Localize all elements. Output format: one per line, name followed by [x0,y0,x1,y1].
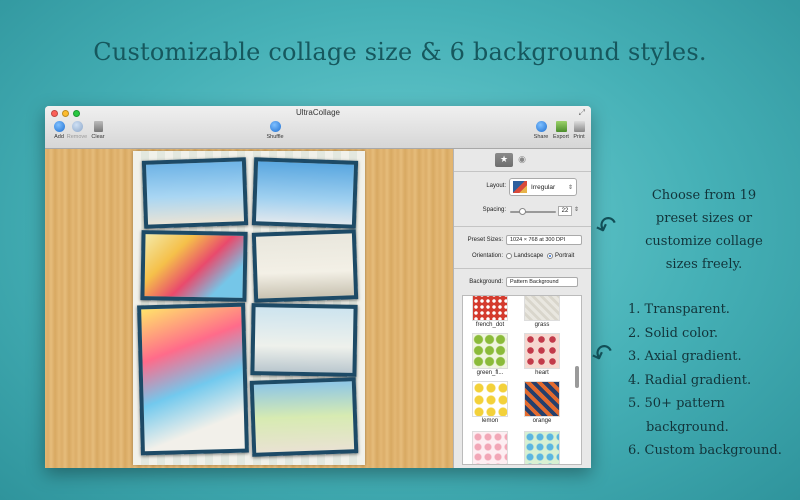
background-label: Background: [469,279,503,285]
pattern-orange[interactable] [525,382,559,416]
collage-canvas[interactable] [45,149,453,468]
pattern-heart[interactable] [525,334,559,368]
pattern-flower[interactable] [473,432,507,464]
caption-line: preset sizes or [655,211,753,226]
background-select[interactable]: Pattern Background [506,277,578,287]
list-item: 4. Radial gradient. [628,372,752,388]
radio-selected-icon [547,253,553,259]
portrait-radio[interactable]: Portrait [547,253,574,259]
updown-icon: ⇕ [567,184,573,191]
layout-label: Layout: [486,183,506,189]
pattern-blue-flower[interactable] [525,432,559,464]
share-icon [535,121,547,132]
list-item: 6. Custom background. [628,443,782,458]
print-label: Print [573,134,585,140]
print-icon [573,121,585,132]
clear-label: Clear [91,134,105,140]
landscape-radio[interactable]: Landscape [506,253,543,259]
pattern-label: orange [532,418,552,424]
layout-thumbnail-icon [513,181,527,193]
caption-line: sizes freely. [665,257,743,272]
export-icon [555,121,567,132]
shuffle-button[interactable]: Shuffle [263,121,287,140]
layout-value: Irregular [531,183,556,191]
curved-arrow-icon: ↶ [591,209,623,245]
pattern-label: french_dot [475,322,505,328]
remove-icon [71,121,83,132]
pattern-label: lemon [481,418,499,424]
list-item: background. [646,419,729,435]
preset-sizes-label: Preset Sizes: [467,237,503,243]
title-bar: UltraCollage ⤢ Add Remove Clear Shuffle … [45,106,591,149]
collage-photo[interactable] [141,157,249,229]
divider [454,226,591,227]
collage-photo[interactable] [250,303,358,377]
remove-label: Remove [66,134,88,140]
pattern-label: grass [534,322,550,328]
portrait-label: Portrait [555,253,575,259]
clear-button[interactable]: Clear [86,121,110,140]
pattern-label: green_fl... [476,370,504,376]
pattern-lemon[interactable] [473,382,507,416]
divider [454,268,591,269]
pattern-grass[interactable] [525,296,559,320]
collage-sheet[interactable] [133,151,365,465]
pattern-list[interactable]: french_dot grass green_fl... heart lemon… [462,295,582,465]
list-item: 3. Axial gradient. [628,349,742,364]
list-item: 1. Transparent. [628,302,730,317]
add-icon [53,121,65,132]
orientation-label: Orientation: [471,253,503,259]
landscape-label: Landscape [514,253,544,259]
collage-photo[interactable] [137,302,249,456]
pattern-label: heart [535,370,549,376]
preset-sizes-caption: Choose from 19 preset sizes or customize… [624,184,784,276]
pattern-green-fl[interactable] [473,334,507,368]
collage-photo[interactable] [140,230,248,302]
pattern-scrollbar[interactable] [575,366,579,388]
collage-photo[interactable] [251,229,359,303]
spacing-label: Spacing: [482,207,506,213]
curved-arrow-icon: ↶ [587,337,619,373]
preset-sizes-select[interactable]: 1024 × 768 at 300 DPI [506,235,582,245]
spacing-slider[interactable] [510,208,556,215]
headline: Customizable collage size & 6 background… [93,38,707,66]
panel-tabs: ★ ◉ [495,153,531,167]
divider [454,171,591,172]
add-label: Add [54,134,64,140]
caption-line: Choose from 19 [651,188,757,203]
trash-icon [93,121,103,132]
star-icon[interactable]: ★ [495,153,513,167]
spacing-input[interactable]: 22 [558,206,572,216]
slider-knob[interactable] [519,208,527,215]
share-label: Share [533,134,549,140]
list-item: 5. 50+ pattern [628,396,725,411]
app-window: UltraCollage ⤢ Add Remove Clear Shuffle … [45,106,591,468]
caption-line: customize collage [645,234,763,249]
inspector-panel: ★ ◉ Layout: Irregular ⇕ Spacing: 22 ⇕ Pr… [453,149,591,468]
collage-photo[interactable] [251,157,359,229]
window-title: UltraCollage [295,108,341,117]
collage-photo[interactable] [249,377,359,457]
print-button[interactable]: Print [567,121,591,140]
layout-select[interactable]: Irregular ⇕ [509,178,577,196]
shuffle-icon [269,121,281,132]
background-styles-list: 1. Transparent. 2. Solid color. 3. Axial… [628,298,798,463]
pattern-french-dot[interactable] [473,296,507,320]
list-item: 2. Solid color. [628,325,719,341]
radio-circle-icon [506,253,512,259]
eye-icon[interactable]: ◉ [513,153,531,167]
shuffle-label: Shuffle [266,134,284,140]
spacing-stepper[interactable]: ⇕ [574,206,579,213]
fullscreen-icon[interactable]: ⤢ [579,108,585,118]
